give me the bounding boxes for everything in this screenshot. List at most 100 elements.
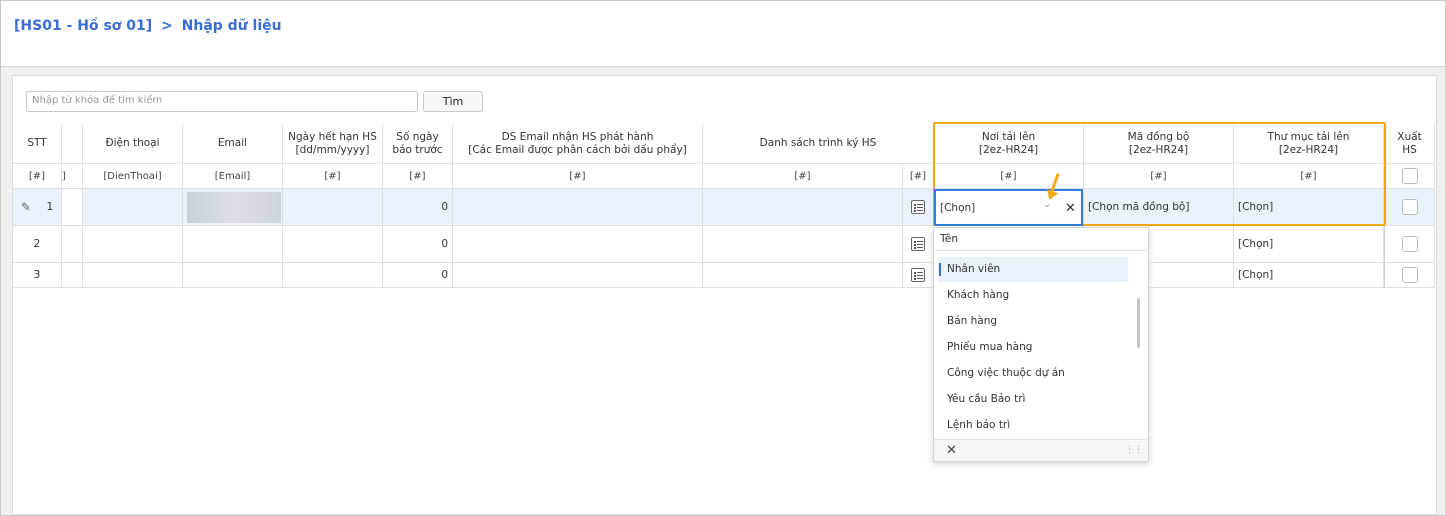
col-header-folder[interactable]: Thư mục tải lên [2ez-HR24] bbox=[1234, 124, 1384, 164]
breadcrumb-page: Nhập dữ liệu bbox=[181, 18, 282, 34]
col-header-signers[interactable]: Danh sách trình ký HS bbox=[703, 124, 934, 164]
row-export bbox=[1384, 189, 1435, 226]
row-days[interactable]: 0 bbox=[383, 226, 453, 263]
dropdown-item[interactable]: Yêu cầu Bảo trì bbox=[938, 387, 1128, 412]
dropdown-item[interactable]: Phiếu mua hàng bbox=[938, 335, 1128, 360]
col-header-phone[interactable]: Điện thoại bbox=[83, 124, 183, 164]
col-header-export[interactable]: Xuất HS bbox=[1384, 124, 1435, 164]
row-stt: 3 bbox=[33, 268, 41, 281]
row-ds-email[interactable] bbox=[453, 263, 703, 288]
row-export-checkbox[interactable] bbox=[1401, 199, 1418, 215]
filter-email[interactable]: [Email] bbox=[183, 164, 283, 189]
row-expiry[interactable] bbox=[283, 226, 383, 263]
resize-grip-icon[interactable]: ⋮⋮ bbox=[1125, 445, 1143, 455]
dropdown-item[interactable]: Lệnh bảo trì bbox=[938, 413, 1128, 438]
col-header-sync-title: Mã đồng bộ bbox=[1127, 130, 1190, 143]
search-button[interactable]: Tìm bbox=[423, 91, 483, 112]
upload-dropdown: Tên Nhân viên Khách hàng Bán hàng Phiếu … bbox=[933, 227, 1149, 462]
list-icon[interactable] bbox=[911, 200, 925, 214]
col-header-upload-title: Nơi tải lên bbox=[981, 130, 1036, 143]
row-days[interactable]: 0 bbox=[383, 263, 453, 288]
upload-combobox[interactable]: [Chọn] ⌄ ✕ bbox=[934, 189, 1083, 226]
row-signers-button[interactable] bbox=[903, 226, 934, 263]
filter-upload[interactable]: [#] bbox=[934, 164, 1084, 189]
col-header-export-title: Xuất bbox=[1397, 130, 1422, 143]
breadcrumb-record[interactable]: [HS01 - Hồ sơ 01] bbox=[14, 18, 152, 34]
row-signers-button[interactable] bbox=[903, 189, 934, 226]
col-header-expiry[interactable]: Ngày hết hạn HS [dd/mm/yyyy] bbox=[283, 124, 383, 164]
row-folder[interactable]: [Chọn] bbox=[1234, 263, 1384, 288]
row-signers[interactable] bbox=[703, 226, 903, 263]
col-header-email[interactable]: Email bbox=[183, 124, 283, 164]
dropdown-header[interactable]: Tên bbox=[934, 228, 1148, 251]
row-export bbox=[1384, 263, 1435, 288]
col-header-stt[interactable]: STT bbox=[13, 124, 62, 164]
row-hidden-cell[interactable] bbox=[62, 226, 83, 263]
filter-days[interactable]: [#] bbox=[383, 164, 453, 189]
row-hidden-cell[interactable] bbox=[62, 189, 83, 226]
row-folder[interactable]: [Chọn] bbox=[1234, 189, 1384, 226]
col-header-days-sub: báo trước bbox=[392, 143, 443, 156]
row-stt: 1 bbox=[46, 200, 54, 213]
dropdown-item[interactable]: Khách hàng bbox=[938, 283, 1128, 308]
col-header-upload[interactable]: Nơi tải lên [2ez-HR24] bbox=[934, 124, 1084, 164]
row-phone[interactable] bbox=[83, 226, 183, 263]
row-signers[interactable] bbox=[703, 263, 903, 288]
redacted-email bbox=[187, 192, 281, 223]
filter-signers[interactable]: [#] bbox=[703, 164, 903, 189]
row-phone[interactable] bbox=[83, 263, 183, 288]
search-input[interactable]: Nhập từ khóa để tìm kiếm bbox=[26, 91, 418, 112]
upload-combobox-value: [Chọn] bbox=[940, 201, 976, 214]
close-icon[interactable]: ✕ bbox=[1065, 201, 1076, 216]
breadcrumb-separator: > bbox=[161, 18, 173, 34]
table-row[interactable]: 3 bbox=[13, 263, 62, 288]
col-header-folder-sub: [2ez-HR24] bbox=[1278, 143, 1339, 156]
row-ds-email[interactable] bbox=[453, 189, 703, 226]
row-email[interactable] bbox=[183, 226, 283, 263]
row-ds-email[interactable] bbox=[453, 226, 703, 263]
row-signers-button[interactable] bbox=[903, 263, 934, 288]
row-export bbox=[1384, 226, 1435, 263]
row-sync[interactable]: [Chọn mã đồng bộ] bbox=[1084, 189, 1234, 226]
row-days[interactable]: 0 bbox=[383, 189, 453, 226]
dropdown-item[interactable]: Công việc thuộc dự án bbox=[938, 361, 1128, 386]
list-icon[interactable] bbox=[911, 237, 925, 251]
list-icon[interactable] bbox=[911, 268, 925, 282]
row-email[interactable] bbox=[183, 189, 283, 226]
row-export-checkbox[interactable] bbox=[1401, 236, 1418, 252]
dropdown-scrollbar[interactable] bbox=[1137, 298, 1140, 348]
export-all-checkbox[interactable] bbox=[1401, 168, 1418, 184]
filter-sync[interactable]: [#] bbox=[1084, 164, 1234, 189]
row-export-checkbox[interactable] bbox=[1401, 267, 1418, 283]
col-header-ds-email[interactable]: DS Email nhận HS phát hành [Các Email đư… bbox=[453, 124, 703, 164]
col-header-days-title: Số ngày bbox=[396, 130, 439, 143]
filter-folder[interactable]: [#] bbox=[1234, 164, 1384, 189]
content-area: Nhập từ khóa để tìm kiếm Tìm STT Điện th… bbox=[1, 67, 1445, 515]
table-row[interactable]: ✎ 1 bbox=[13, 189, 62, 226]
table-row[interactable]: 2 bbox=[13, 226, 62, 263]
close-icon[interactable]: ✕ bbox=[946, 443, 957, 458]
dropdown-item[interactable]: Bán hàng bbox=[938, 309, 1128, 334]
row-signers[interactable] bbox=[703, 189, 903, 226]
col-header-days[interactable]: Số ngày báo trước bbox=[383, 124, 453, 164]
pencil-icon[interactable]: ✎ bbox=[21, 200, 31, 214]
col-header-upload-sub: [2ez-HR24] bbox=[978, 143, 1039, 156]
chevron-down-icon[interactable]: ⌄ bbox=[1043, 199, 1051, 210]
row-stt: 2 bbox=[33, 237, 41, 250]
filter-hidden[interactable]: ] bbox=[62, 164, 83, 189]
row-expiry[interactable] bbox=[283, 263, 383, 288]
row-expiry[interactable] bbox=[283, 189, 383, 226]
filter-stt[interactable]: [#] bbox=[13, 164, 62, 189]
col-header-sync[interactable]: Mã đồng bộ [2ez-HR24] bbox=[1084, 124, 1234, 164]
col-header-folder-title: Thư mục tải lên bbox=[1267, 130, 1350, 143]
row-folder[interactable]: [Chọn] bbox=[1234, 226, 1384, 263]
dropdown-item[interactable]: Nhân viên bbox=[938, 257, 1128, 282]
row-phone[interactable] bbox=[83, 189, 183, 226]
filter-signers-icon[interactable]: [#] bbox=[903, 164, 934, 189]
row-hidden-cell[interactable] bbox=[62, 263, 83, 288]
filter-expiry[interactable]: [#] bbox=[283, 164, 383, 189]
col-header-hidden[interactable] bbox=[62, 124, 83, 164]
filter-phone[interactable]: [DienThoai] bbox=[83, 164, 183, 189]
row-email[interactable] bbox=[183, 263, 283, 288]
filter-ds-email[interactable]: [#] bbox=[453, 164, 703, 189]
